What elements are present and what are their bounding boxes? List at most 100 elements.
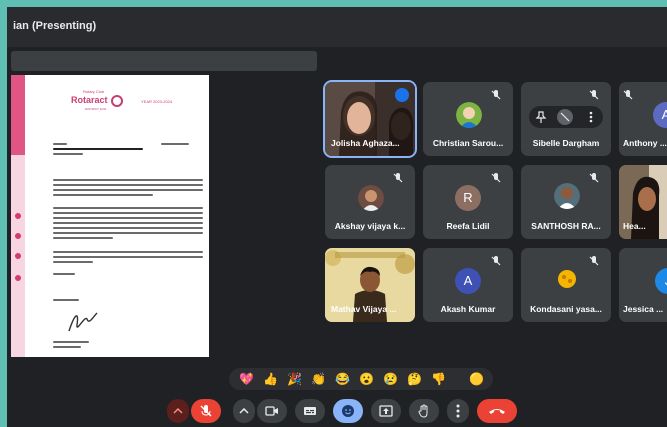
participant-tile[interactable]: Christian Sarou... — [423, 82, 513, 156]
more-options-button[interactable] — [447, 399, 469, 423]
presentation-toolbar — [11, 51, 317, 71]
mute-participant-icon[interactable] — [557, 109, 573, 125]
reaction-thinking[interactable]: 🤔 — [407, 372, 422, 386]
signature-icon — [68, 312, 98, 332]
mic-muted-icon — [491, 173, 501, 183]
doc-text-line — [53, 217, 203, 219]
participant-tile[interactable]: R Reefa Lidil — [423, 165, 513, 239]
participant-name: SANTHOSH RA... — [531, 221, 601, 231]
hang-up-icon — [489, 409, 505, 414]
emoji-icon — [342, 405, 354, 417]
participant-tile[interactable]: Hea... — [619, 165, 667, 239]
participant-name: Christian Sarou... — [432, 138, 504, 148]
doc-logo-sub: DISTRICT 3232 — [85, 107, 107, 111]
reaction-thumbs-down[interactable]: 👎 — [431, 372, 446, 386]
raise-hand-button[interactable] — [409, 399, 439, 423]
stripe-bullet — [15, 213, 21, 219]
doc-text-line — [53, 251, 203, 253]
participant-avatar: A — [653, 102, 667, 128]
participant-tile[interactable]: Sibelle Dargham — [521, 82, 611, 156]
more-vert-icon[interactable] — [583, 109, 599, 125]
participant-tile[interactable]: A Akash Kumar — [423, 248, 513, 322]
participant-tile[interactable]: Jolisha Aghaza... — [323, 80, 417, 158]
chevron-up-icon — [173, 408, 183, 414]
participant-tile[interactable]: SANTHOSH RA... — [521, 165, 611, 239]
doc-text-line — [53, 341, 89, 343]
mic-muted-icon — [491, 256, 501, 266]
doc-text-line — [53, 273, 75, 275]
speaking-indicator-icon — [395, 88, 409, 102]
participant-name: Mathav Vijaya ... — [331, 304, 397, 314]
stripe-bullet — [15, 233, 21, 239]
doc-text-line — [53, 189, 203, 191]
reaction-heart[interactable]: 💖 — [239, 372, 254, 386]
captions-button[interactable] — [295, 399, 325, 423]
leave-call-button[interactable] — [477, 399, 517, 423]
reaction-clap[interactable]: 👏 — [311, 372, 326, 386]
participant-avatar: J — [655, 268, 667, 294]
participant-name: Jolisha Aghaza... — [331, 138, 400, 148]
mic-muted-icon — [589, 173, 599, 183]
participant-name: Reefa Lidil — [446, 221, 490, 231]
participant-tile[interactable]: Mathav Vijaya ... — [325, 248, 415, 322]
doc-logo-small: Rotary Club — [83, 89, 105, 94]
doc-text-line — [161, 143, 189, 145]
camera-toggle-button[interactable] — [257, 399, 287, 423]
doc-year: YEAR 2023-2024 — [141, 99, 173, 104]
stripe-bullet — [15, 275, 21, 281]
participant-tile[interactable]: Kondasani yasa... — [521, 248, 611, 322]
present-screen-icon — [379, 405, 393, 417]
mic-muted-icon — [491, 90, 501, 100]
reaction-sad[interactable]: 😢 — [383, 372, 398, 386]
doc-text-line — [53, 227, 203, 229]
mic-muted-icon — [623, 90, 633, 100]
participant-name: Jessica ... — [623, 304, 664, 314]
doc-text-line — [53, 148, 143, 150]
participant-photo — [456, 102, 482, 128]
tile-hover-controls — [529, 106, 603, 128]
reaction-laugh[interactable]: 😂 — [335, 372, 350, 386]
doc-text-line — [53, 184, 203, 186]
pin-icon[interactable] — [533, 109, 549, 125]
title-bar: ian (Presenting) — [7, 7, 667, 47]
camera-icon — [265, 406, 278, 416]
participant-name: Akash Kumar — [440, 304, 496, 314]
participant-name: Kondasani yasa... — [530, 304, 602, 314]
mic-toggle-button[interactable] — [191, 399, 221, 423]
presenter-title: ian (Presenting) — [13, 20, 97, 32]
reaction-party[interactable]: 🎉 — [287, 372, 302, 386]
doc-text-line — [53, 261, 93, 263]
audio-options-button[interactable] — [167, 399, 189, 423]
video-options-button[interactable] — [233, 399, 255, 423]
participant-name: Anthony ... — [623, 138, 667, 148]
reaction-skin-tone[interactable]: 🟡 — [469, 372, 484, 386]
doc-text-line — [53, 256, 203, 258]
participant-name: Hea... — [623, 221, 646, 231]
rotary-wheel-icon — [111, 95, 123, 107]
participant-tile[interactable]: J Jessica ... — [619, 248, 667, 322]
participant-name: Sibelle Dargham — [532, 138, 600, 148]
stripe-bullet — [15, 253, 21, 259]
reaction-surprised[interactable]: 😮 — [359, 372, 374, 386]
doc-text-line — [53, 222, 203, 224]
present-button[interactable] — [371, 399, 401, 423]
doc-text-line — [53, 194, 153, 196]
participant-tile[interactable]: A Anthony ... — [619, 82, 667, 156]
doc-text-line — [53, 143, 67, 145]
mic-muted-icon — [589, 90, 599, 100]
reaction-thumbs-up[interactable]: 👍 — [263, 372, 278, 386]
doc-side-stripe-top — [11, 75, 25, 155]
call-controls — [7, 395, 667, 427]
doc-text-line — [53, 207, 203, 209]
participant-photo — [554, 183, 580, 209]
participant-tile[interactable]: Akshay vijaya k... — [325, 165, 415, 239]
mic-muted-icon — [589, 256, 599, 266]
participant-avatar: R — [455, 185, 481, 211]
shared-document: Rotary Club Rotaract DISTRICT 3232 YEAR … — [11, 75, 209, 357]
emoji-reactions-button[interactable] — [333, 399, 363, 423]
mic-off-icon — [200, 405, 212, 417]
doc-logo: Rotaract — [71, 95, 108, 105]
more-vert-icon — [456, 404, 460, 418]
participant-photo — [554, 268, 580, 294]
doc-text-line — [53, 212, 203, 214]
